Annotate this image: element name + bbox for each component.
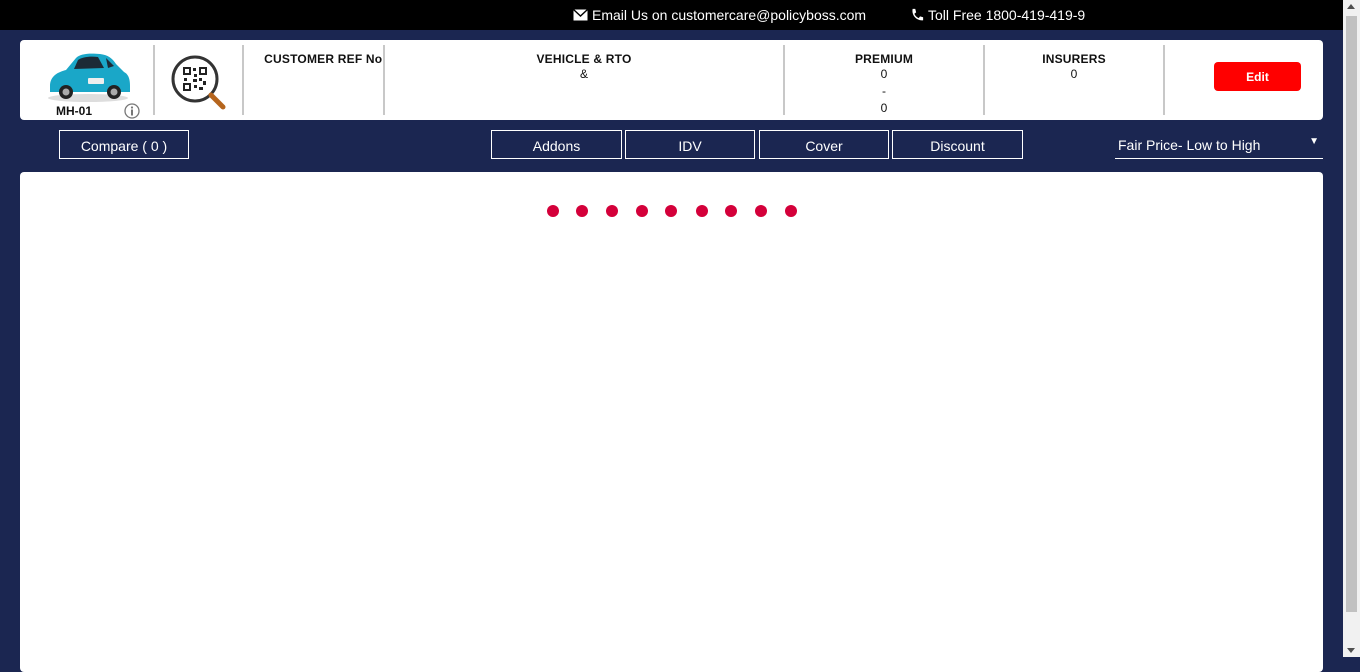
quote-summary-card: MH-01 CUSTOMER REF No. VEHICLE & RTO & P… (20, 40, 1323, 120)
tollfree-text: Toll Free 1800-419-419-9 (928, 7, 1086, 23)
vehicle-rto-column: VEHICLE & RTO & (385, 52, 783, 83)
tollfree-contact[interactable]: Toll Free 1800-419-419-9 (909, 7, 1085, 23)
info-icon[interactable] (124, 103, 140, 119)
insurers-label: INSURERS (1042, 52, 1106, 66)
rto-code: MH-01 (56, 104, 93, 118)
filter-cover-button[interactable]: Cover (759, 130, 889, 159)
car-image (48, 53, 130, 102)
loader-dot (636, 205, 648, 217)
customer-ref-column: CUSTOMER REF No. (246, 52, 404, 69)
loader-dot (576, 205, 588, 217)
premium-column: PREMIUM 0 - 0 (785, 52, 983, 117)
loader-dot (665, 205, 677, 217)
loader-dot (785, 205, 797, 217)
premium-max: 0 (880, 101, 888, 115)
loader-dot (606, 205, 618, 217)
quotes-panel (20, 172, 1323, 672)
email-contact[interactable]: Email Us on customercare@policyboss.com (573, 7, 866, 23)
sort-selected-value: Fair Price- Low to High (1118, 137, 1261, 153)
vehicle-rto-label: VEHICLE & RTO (536, 52, 632, 66)
envelope-icon (573, 8, 588, 21)
divider (153, 45, 155, 115)
filter-discount-button[interactable]: Discount (892, 130, 1023, 159)
insurers-count: 0 (1070, 67, 1078, 81)
premium-label: PREMIUM (854, 52, 914, 66)
premium-separator: - (882, 84, 886, 98)
insurers-column: INSURERS 0 (985, 52, 1163, 83)
scroll-down-icon[interactable] (1347, 648, 1355, 653)
qr-search-icon[interactable] (170, 54, 228, 112)
vehicle-rto-value: & (579, 67, 588, 81)
sort-select[interactable]: Fair Price- Low to High ▼ (1115, 130, 1323, 159)
premium-min: 0 (880, 67, 888, 81)
edit-button[interactable]: Edit (1214, 62, 1301, 91)
customer-ref-label: CUSTOMER REF No. (264, 52, 386, 66)
filter-idv-button[interactable]: IDV (625, 130, 755, 159)
top-contact-bar: Email Us on customercare@policyboss.com … (0, 0, 1343, 30)
email-text: Email Us on customercare@policyboss.com (592, 7, 867, 23)
loader-dot (755, 205, 767, 217)
scroll-up-icon[interactable] (1347, 4, 1355, 9)
loader-dot (696, 205, 708, 217)
chevron-down-icon: ▼ (1309, 136, 1319, 147)
phone-icon (912, 8, 924, 21)
vertical-scrollbar[interactable] (1343, 0, 1360, 657)
loader-dot (547, 205, 559, 217)
divider (1163, 45, 1165, 115)
filter-addons-button[interactable]: Addons (491, 130, 622, 159)
compare-button[interactable]: Compare ( 0 ) (59, 130, 189, 159)
loader-dot (725, 205, 737, 217)
divider (242, 45, 244, 115)
scroll-thumb[interactable] (1346, 16, 1357, 612)
